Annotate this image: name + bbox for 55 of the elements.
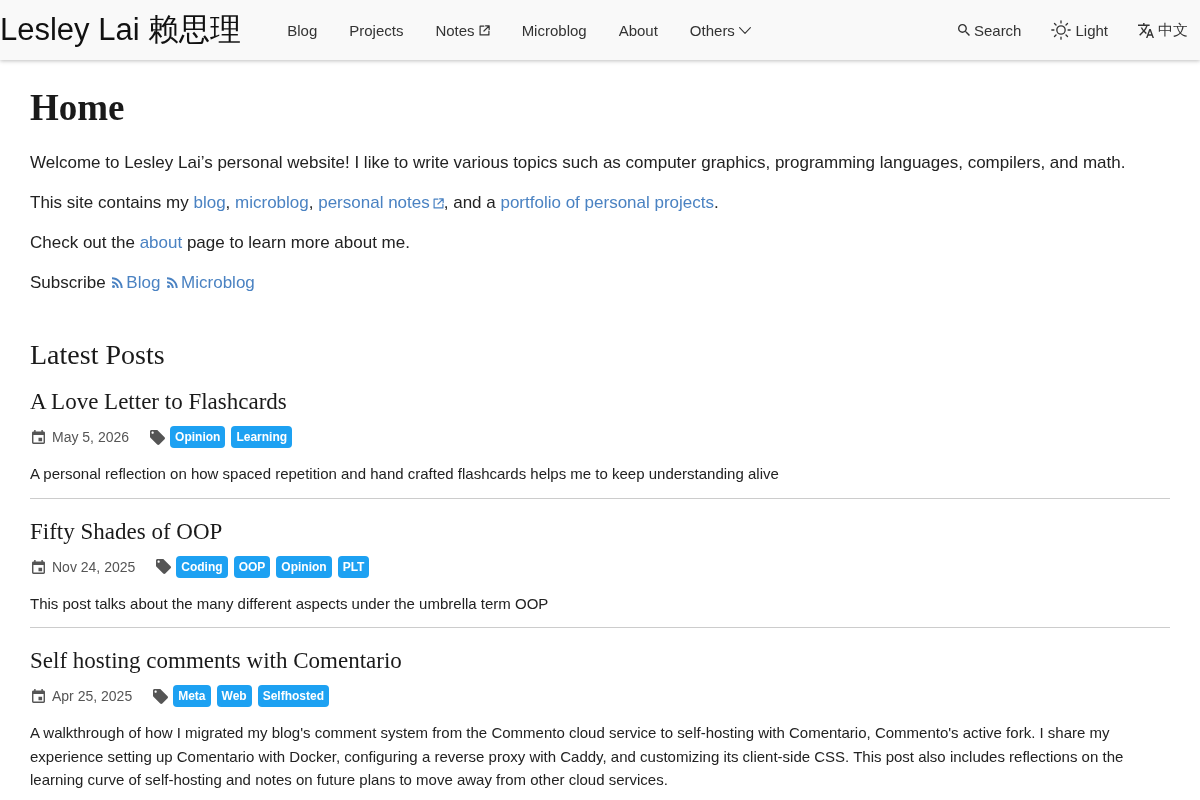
rss-icon [112,277,124,288]
nav-link[interactable]: About [602,15,674,45]
post-tag[interactable]: Web [216,685,252,707]
post-title-link[interactable]: Fifty Shades of OOP [30,518,223,544]
feed-link[interactable]: Microblog [167,273,255,292]
language-button[interactable]: 中文 [1136,16,1190,44]
calendar-icon [32,689,45,703]
post-tag[interactable]: PLT [337,555,370,578]
intro-paragraph: Welcome to Lesley Lai’s personal website! I like to write various topics such as computer graphics, programming languages, compilers, and math. [30,152,1127,174]
post-summary: A walkthrough of how I migrated my blog's comment system from the Commento cloud service to self-hosting with Comentario, Commento's active fork. I share my experience setting up Comentario with Docker, configuring a reverse proxy with Caddy, and customizing its client-side CSS. This post also includes reflections on the learning curve of self-hosting and notes on future plans to move away from other cloud services. [30,723,1125,790]
calendar-icon [32,559,45,574]
post-summary: A personal reflection on how spaced repetition and hand crafted flashcards helps me to keep understanding alive [30,464,780,484]
text-link[interactable]: personal notes [318,193,444,212]
nav-link[interactable]: Projects [333,15,420,45]
post-tag[interactable]: Opinion [276,555,332,578]
tag-icon [153,688,169,704]
nav-link[interactable]: Microblog [505,15,603,45]
text-link[interactable]: microblog [235,193,309,212]
text-link[interactable]: blog [193,193,226,212]
rss-icon [167,277,179,288]
search-icon [957,24,970,36]
tag-icon [156,559,172,574]
text-link[interactable]: about [139,233,183,252]
theme-toggle-button[interactable]: Light [1049,16,1110,44]
post-tag[interactable]: Meta [173,685,211,707]
external-link-icon [478,24,490,36]
chevron-down-icon [738,26,751,34]
post-title-link[interactable]: Self hosting comments with Comentario [30,648,402,673]
sun-icon [1051,20,1072,40]
feed-link[interactable]: Blog [112,273,161,292]
post-tag[interactable]: Learning [231,426,293,448]
tag-icon [150,429,166,445]
post-date: May 5, 2026 [52,429,130,445]
search-button[interactable]: Search [955,17,1024,43]
intro-paragraph: Check out the about page to learn more about me. [30,232,411,254]
post-tag[interactable]: Opinion [170,426,226,448]
calendar-icon [32,430,45,444]
site-title[interactable]: Lesley Lai 赖思理 [0,9,242,51]
post-title-link[interactable]: A Love Letter to Flashcards [30,389,287,414]
post-date: Apr 25, 2025 [52,688,133,704]
post-summary: This post talks about the many different aspects under the umbrella term OOP [30,593,550,614]
page-title: Home [30,86,126,130]
post-date: Nov 24, 2025 [52,558,136,575]
intro-paragraph: Subscribe Blog Microblog [30,272,256,294]
text-link[interactable]: portfolio of personal projects [500,193,714,212]
nav-link[interactable]: Notes [419,15,506,45]
post-tag[interactable]: Coding [176,555,228,578]
post-tag[interactable]: OOP [233,555,271,578]
intro-paragraph: This site contains my blog, microblog, personal notes , and a portfolio of personal projects. [30,192,720,214]
external-link-icon [432,198,444,209]
translate-icon [1138,22,1154,38]
nav-link[interactable]: Blog [271,15,334,45]
nav-dropdown[interactable]: Others [673,15,767,45]
post-tag[interactable]: Selfhosted [257,685,329,707]
section-heading: Latest Posts [30,338,166,372]
